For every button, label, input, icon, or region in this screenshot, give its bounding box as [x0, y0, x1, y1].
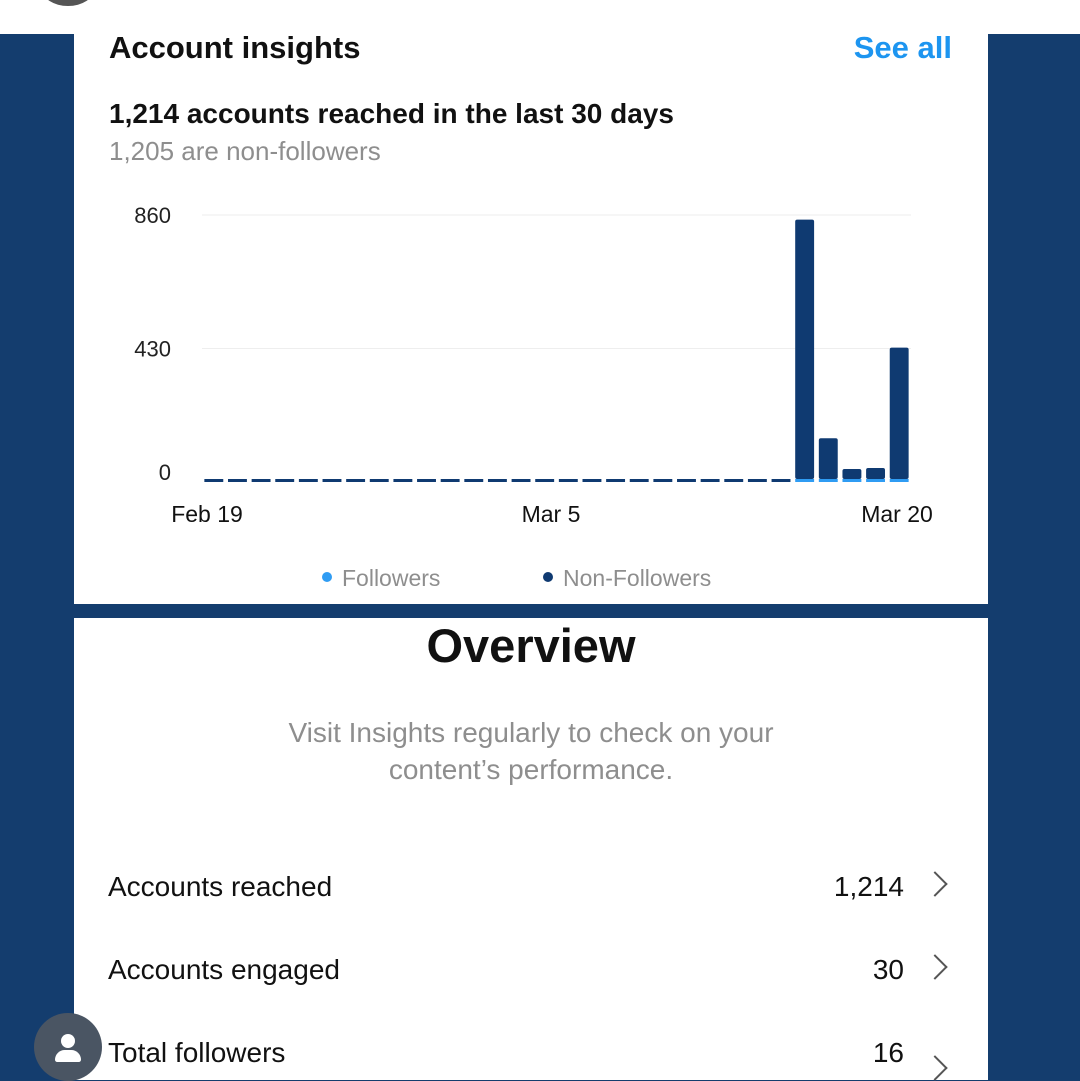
- bar-empty-day: [417, 479, 436, 482]
- bar-empty-day: [275, 479, 295, 482]
- accounts-reached-row[interactable]: Accounts reached 1,214: [74, 863, 988, 913]
- chevron-right-icon: [922, 954, 948, 980]
- bar-non-followers: [842, 468, 862, 479]
- bar-empty-day: [227, 479, 247, 482]
- reach-bar-chart: 860 430 0 Feb 19 Mar 5 Mar 20: [134, 203, 933, 527]
- bar-empty-day: [558, 479, 578, 482]
- legend-followers: Followers: [322, 565, 440, 592]
- row-label: Total followers: [108, 1037, 286, 1068]
- chart-x-ticks: Feb 19 Mar 5 Mar 20: [171, 501, 933, 527]
- accounts-engaged-row[interactable]: Accounts engaged 30: [74, 946, 988, 996]
- bar-empty-day: [700, 479, 720, 482]
- bar-empty-day: [511, 479, 531, 482]
- y-tick-label: 430: [134, 337, 171, 362]
- bar-empty-day: [251, 479, 271, 482]
- bar-empty-day: [771, 479, 791, 482]
- bar-non-followers: [866, 468, 886, 479]
- avatar[interactable]: [42, 0, 94, 6]
- bar-followers: [818, 479, 838, 482]
- chart-bars: [204, 219, 909, 482]
- row-value: 16: [872, 1037, 904, 1068]
- chevron-right-icon: [922, 871, 948, 897]
- bar-empty-day: [393, 479, 413, 482]
- y-tick-label: 0: [159, 460, 171, 485]
- row-value: 1,214: [833, 871, 904, 902]
- total-followers-row[interactable]: Total followers 16: [74, 1029, 988, 1081]
- profile-button[interactable]: [34, 1013, 102, 1081]
- bar-empty-day: [487, 479, 507, 482]
- account-insights-card: Account insights See all 1,214 accounts …: [74, 30, 988, 604]
- bar-empty-day: [346, 479, 366, 482]
- bar-empty-day: [440, 479, 460, 482]
- bar-non-followers: [889, 347, 909, 479]
- bar-empty-day: [204, 479, 224, 482]
- bar-empty-day: [629, 479, 649, 482]
- bar-followers: [866, 479, 886, 482]
- legend-non-followers-label: Non-Followers: [563, 565, 712, 591]
- person-icon: [61, 1034, 75, 1048]
- x-tick-label: Mar 20: [861, 501, 933, 527]
- bar-empty-day: [653, 479, 673, 482]
- x-tick-label: Feb 19: [171, 501, 243, 527]
- bar-empty-day: [677, 479, 696, 482]
- followers-dot-icon: [322, 571, 332, 582]
- x-tick-label: Mar 5: [522, 501, 581, 527]
- bar-empty-day: [464, 479, 484, 482]
- bar-empty-day: [369, 479, 389, 482]
- bar-non-followers: [818, 438, 838, 479]
- chart-y-ticks: 860 430 0: [134, 203, 171, 485]
- legend-followers-label: Followers: [342, 565, 441, 591]
- row-value: 30: [872, 954, 904, 985]
- chevron-right-icon: [922, 1055, 948, 1081]
- bar-followers: [889, 479, 909, 482]
- non-followers-dot-icon: [543, 571, 553, 582]
- bar-empty-day: [606, 479, 626, 482]
- row-label: Accounts reached: [108, 871, 333, 902]
- bar-followers: [842, 479, 862, 482]
- bar-empty-day: [724, 479, 744, 482]
- overview-subtitle: Visit Insights regularly to check on you…: [288, 717, 774, 785]
- bar-empty-day: [322, 479, 342, 482]
- bar-empty-day: [535, 479, 555, 482]
- bar-empty-day: [298, 479, 318, 482]
- legend-non-followers: Non-Followers: [543, 565, 711, 592]
- top-status-bar: [0, 0, 1080, 34]
- bar-followers: [795, 479, 815, 482]
- overview-title: Overview: [426, 619, 636, 672]
- person-icon-body: [55, 1050, 81, 1062]
- y-tick-label: 860: [134, 203, 171, 228]
- row-label: Accounts engaged: [108, 954, 340, 985]
- bar-empty-day: [582, 479, 602, 482]
- overview-card: Overview Visit Insights regularly to che…: [74, 618, 988, 1081]
- bar-empty-day: [747, 479, 767, 482]
- bar-non-followers: [795, 219, 815, 479]
